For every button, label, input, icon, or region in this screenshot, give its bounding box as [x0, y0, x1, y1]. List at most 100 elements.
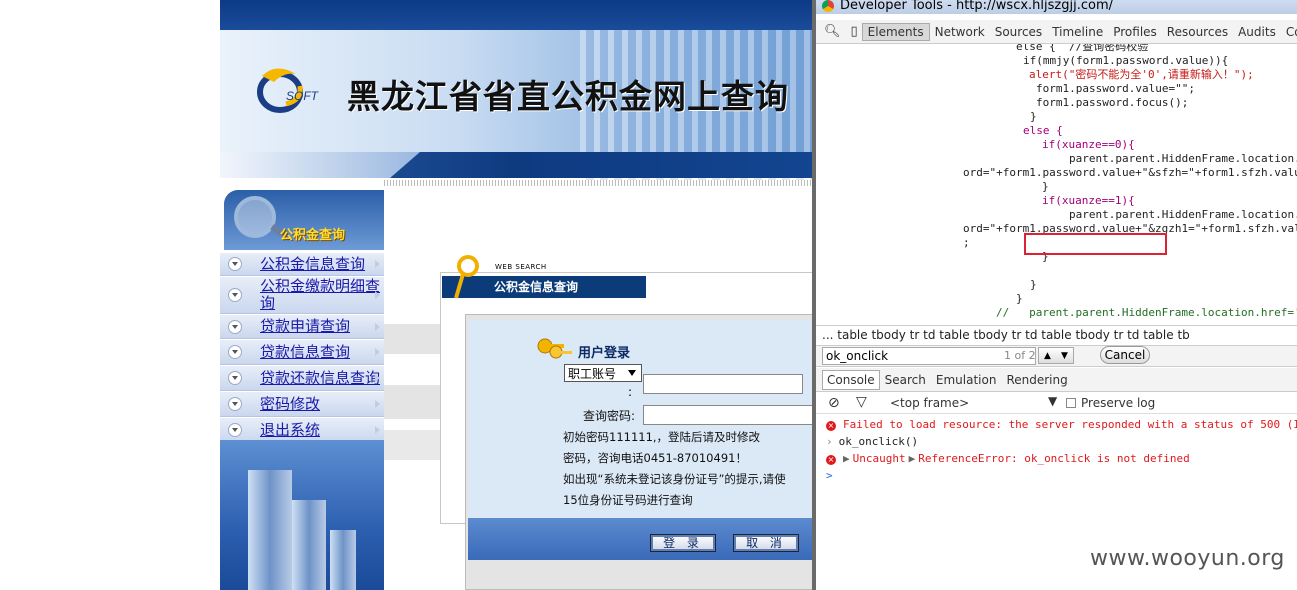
sidebar-header-label: 公积金查询: [280, 228, 346, 243]
menu-item-label: 公积金缴款明细查询: [260, 277, 381, 312]
menu-item-repayment-info[interactable]: 贷款还款信息查询: [220, 365, 384, 391]
menu-item-fund-info[interactable]: 公积金信息查询: [220, 252, 384, 276]
find-navigation[interactable]: ▲ ▼: [1038, 347, 1074, 364]
chevron-down-icon[interactable]: ▼: [1061, 351, 1068, 361]
menu-item-loan-info[interactable]: 贷款信息查询: [220, 339, 384, 365]
menu-item-loan-application[interactable]: 贷款申请查询: [220, 314, 384, 339]
logo-text: SOFT: [286, 89, 320, 103]
login-button[interactable]: 登 录: [650, 534, 716, 552]
dom-breadcrumb[interactable]: ... table tbody tr td table tbody tr td …: [816, 325, 1297, 345]
arrow-right-icon: [375, 348, 380, 356]
notice-line: 密码，咨询电话0451-87010491！: [563, 451, 747, 465]
devtools-tabbar: 🔍︎ ▯ Elements Network Sources Timeline P…: [816, 20, 1297, 44]
dropdown-arrow-icon: [628, 370, 636, 376]
drawer-tab-console[interactable]: Console: [822, 369, 880, 390]
code-line: }: [1030, 278, 1037, 291]
drawer-tab-search[interactable]: Search: [880, 373, 931, 387]
code-line: if(mmjy(form1.password.value)){: [1023, 54, 1229, 67]
website-frame: SOFT 黑龙江省省直公积金网上查询 公积金查询 公积金信息查询 公积金缴款明细…: [220, 0, 812, 590]
dotted-divider: [384, 180, 812, 186]
console-error-text: Failed to load resource: the server resp…: [843, 418, 1297, 431]
notice-line: 初始密码111111,，登陆后请及时修改: [563, 430, 761, 444]
device-mode-icon[interactable]: ▯: [851, 24, 858, 39]
console-error-line: × Failed to load resource: the server res…: [816, 416, 1297, 433]
tab-network[interactable]: Network: [930, 25, 990, 39]
console-prompt[interactable]: >: [816, 467, 1297, 484]
find-cancel-button[interactable]: Cancel: [1100, 346, 1150, 364]
console-error-prefix: Uncaught: [852, 452, 906, 465]
arrow-right-icon: [375, 260, 380, 268]
arrow-right-icon: [375, 291, 380, 299]
preserve-log-checkbox[interactable]: [1066, 398, 1076, 408]
menu-item-label: 贷款申请查询: [260, 317, 351, 335]
highlight-annotation: [1024, 233, 1167, 255]
filter-icon[interactable]: ▽: [856, 394, 867, 410]
drawer-tabbar: Console Search Emulation Rendering: [816, 368, 1297, 392]
tab-console[interactable]: Console: [1281, 25, 1297, 39]
account-input[interactable]: [643, 374, 803, 394]
console-error-text: ReferenceError: ok_onclick is not define…: [918, 452, 1190, 465]
watermark: www.wooyun.org: [1090, 546, 1285, 571]
frame-selector[interactable]: <top frame>: [890, 396, 969, 410]
drawer-tab-rendering[interactable]: Rendering: [1001, 373, 1072, 387]
tab-sources[interactable]: Sources: [990, 25, 1047, 39]
tab-audits[interactable]: Audits: [1233, 25, 1281, 39]
chevron-down-icon: [228, 397, 242, 411]
arrow-right-icon: [375, 374, 380, 382]
tower-shape: [292, 500, 326, 590]
code-line: else {: [1023, 124, 1063, 137]
code-line: }: [1016, 292, 1023, 305]
console-input-line: › ok_onclick(): [816, 433, 1297, 450]
code-line: parent.parent.HiddenFrame.location.: [1069, 208, 1297, 221]
arrow-right-icon: [375, 322, 380, 331]
code-line: form1.password.value="";: [1036, 82, 1195, 95]
password-input[interactable]: [643, 405, 812, 425]
frame-selector-arrow-icon[interactable]: ▼: [1048, 394, 1057, 408]
error-icon: ×: [826, 421, 836, 431]
banner-top-strip: [220, 0, 812, 30]
notice-line: 如出现“系统未登记该身份证号”的提示,请使: [563, 472, 786, 486]
drawer-tab-emulation[interactable]: Emulation: [931, 373, 1002, 387]
console-input-text: ok_onclick(): [838, 435, 919, 448]
password-label: 查询密码:: [583, 409, 636, 423]
tab-profiles[interactable]: Profiles: [1108, 25, 1162, 39]
tab-timeline[interactable]: Timeline: [1047, 25, 1108, 39]
console-toolbar: ⊘ ▽ <top frame> ▼ Preserve log: [816, 392, 1297, 414]
console-error-line[interactable]: × ▶ Uncaught ▶ ReferenceError: ok_onclick is…: [816, 450, 1297, 467]
chevron-down-icon: [228, 371, 242, 385]
error-icon: ×: [826, 455, 836, 465]
sidebar-building-graphic: [220, 440, 384, 590]
devtools-title: Developer Tools - http://wscx.hljszgjj.c…: [840, 0, 1113, 13]
menu-item-change-password[interactable]: 密码修改: [220, 391, 384, 417]
account-colon: :: [628, 385, 633, 399]
code-line: parent.parent.HiddenFrame.location.: [1069, 152, 1297, 165]
search-icon[interactable]: 🔍︎: [824, 24, 841, 39]
chevron-up-icon[interactable]: ▲: [1044, 351, 1051, 361]
preserve-log-label: Preserve log: [1081, 396, 1156, 410]
cancel-button[interactable]: 取 消: [733, 534, 799, 552]
menu-item-payment-detail[interactable]: 公积金缴款明细查询: [220, 276, 384, 314]
code-line: }: [1030, 110, 1037, 123]
code-line: // parent.parent.HiddenFrame.location.hr…: [996, 306, 1297, 319]
expand-triangle-icon[interactable]: ▶: [909, 452, 916, 465]
arrow-right-icon: [375, 426, 380, 434]
notice-line: 15位身份证号码进行查询: [563, 493, 693, 507]
menu-item-label: 密码修改: [260, 394, 321, 413]
login-title: 用户登录: [578, 346, 631, 361]
code-line: else { //查询密码校验: [1016, 44, 1149, 53]
menu-item-label: 退出系统: [260, 420, 321, 439]
code-line: alert("密码不能为全'0',请重新输入！");: [1029, 68, 1254, 81]
panel-caption: WEB SEARCH: [495, 263, 547, 271]
code-line: ;: [963, 236, 970, 249]
menu-item-label: 公积金信息查询: [260, 254, 366, 273]
clear-console-icon[interactable]: ⊘: [828, 395, 840, 411]
tab-resources[interactable]: Resources: [1162, 25, 1233, 39]
tab-elements[interactable]: Elements: [861, 22, 930, 41]
console-prompt-symbol: >: [826, 469, 833, 482]
expand-triangle-icon[interactable]: ▶: [843, 452, 850, 465]
account-type-select[interactable]: 职工账号: [564, 364, 642, 382]
banner-bottom-highlight: [220, 152, 420, 178]
chevron-down-icon: [228, 319, 242, 334]
code-line: if(xuanze==0){: [1042, 138, 1135, 151]
chevron-down-icon: [228, 288, 242, 302]
